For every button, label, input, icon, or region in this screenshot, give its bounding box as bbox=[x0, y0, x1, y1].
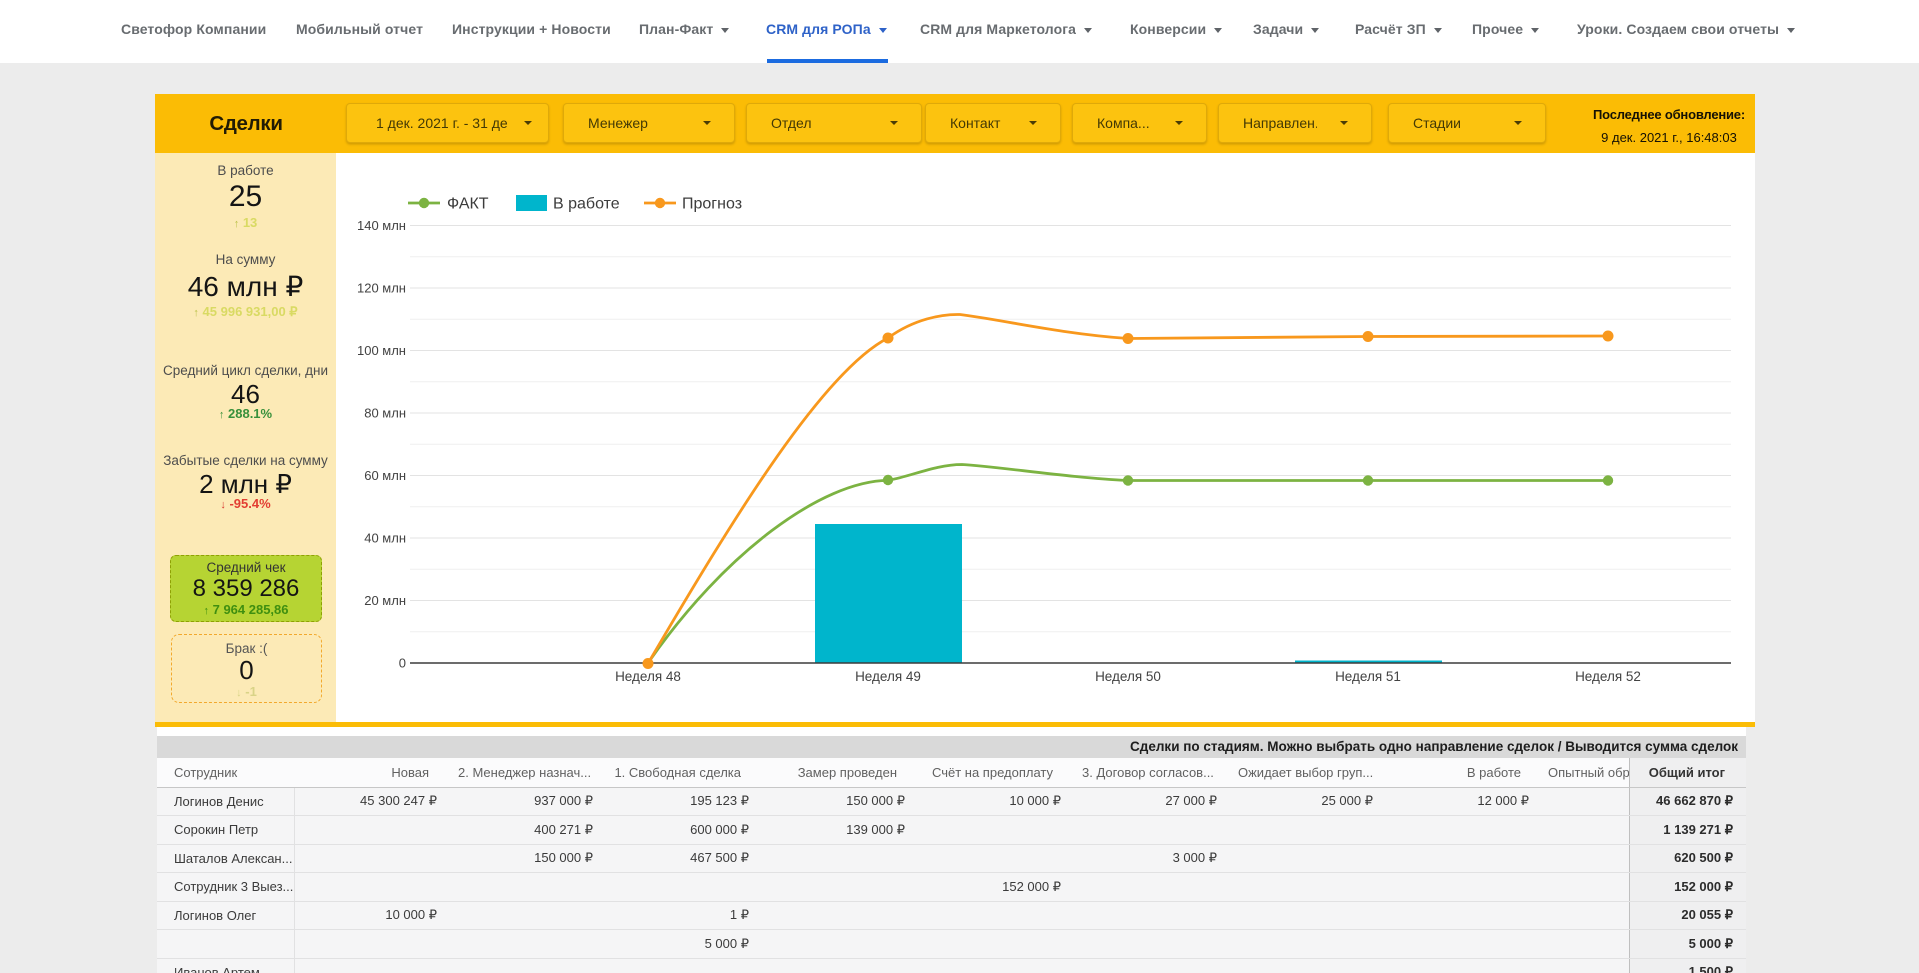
svg-text:В работе: В работе bbox=[553, 196, 620, 213]
svg-text:40 млн: 40 млн bbox=[364, 531, 406, 546]
svg-text:80 млн: 80 млн bbox=[364, 406, 406, 421]
svg-text:Неделя 50: Неделя 50 bbox=[1095, 669, 1161, 684]
svg-text:Неделя 48: Неделя 48 bbox=[615, 669, 681, 684]
svg-text:Неделя 51: Неделя 51 bbox=[1335, 669, 1401, 684]
svg-text:Неделя 49: Неделя 49 bbox=[855, 669, 921, 684]
svg-text:140 млн: 140 млн bbox=[357, 218, 406, 233]
svg-text:60 млн: 60 млн bbox=[364, 468, 406, 483]
svg-text:ФАКТ: ФАКТ bbox=[447, 196, 489, 213]
svg-text:20 млн: 20 млн bbox=[364, 593, 406, 608]
svg-text:Прогноз: Прогноз bbox=[682, 196, 742, 213]
svg-text:120 млн: 120 млн bbox=[357, 281, 406, 296]
svg-text:0: 0 bbox=[399, 656, 406, 671]
svg-text:100 млн: 100 млн bbox=[357, 343, 406, 358]
svg-text:Неделя 52: Неделя 52 bbox=[1575, 669, 1641, 684]
